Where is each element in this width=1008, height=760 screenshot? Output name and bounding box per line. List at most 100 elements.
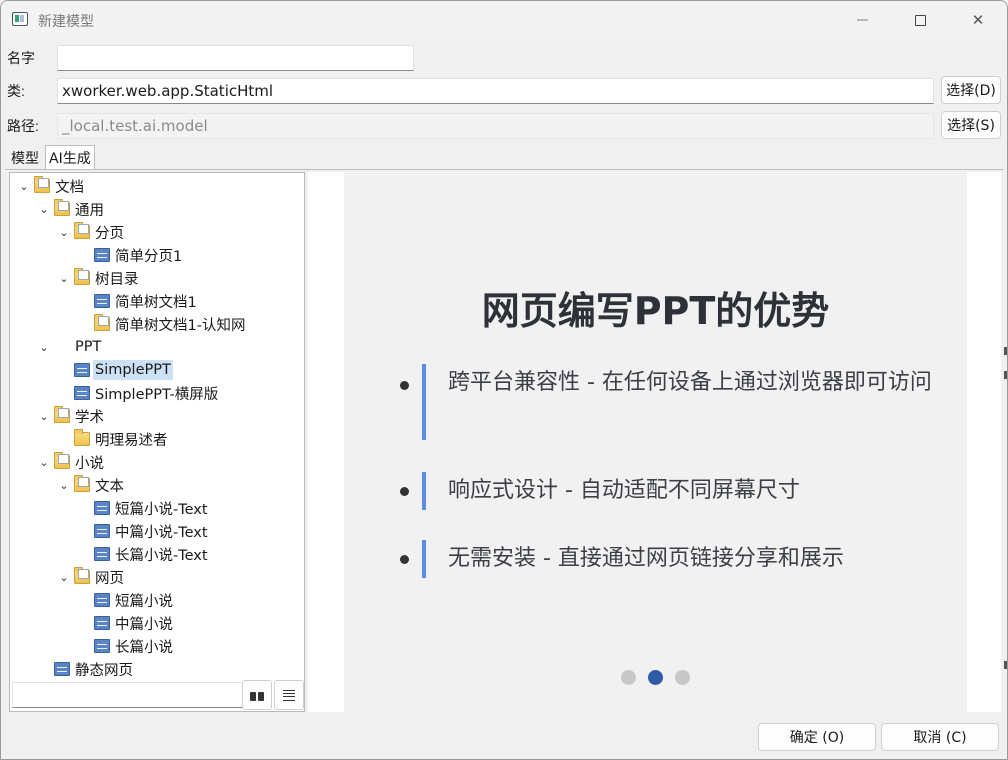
tree-node-label: 长篇小说 [115,639,173,656]
tree-node-label: 小说 [75,455,104,472]
tree-node[interactable]: ⌄ 通用 [10,198,304,220]
tree-node[interactable]: 静态网页 [10,658,304,678]
html-file-icon [74,386,90,400]
bullet-dot-icon [400,487,409,496]
html-file-icon [94,501,110,515]
html-file-icon [54,662,70,676]
chevron-down-icon[interactable]: ⌄ [58,566,70,588]
folder-icon [94,314,110,331]
chevron-down-icon[interactable]: ⌄ [58,221,70,243]
tree-node[interactable]: 短篇小说 [10,589,304,611]
path-input[interactable]: _local.test.ai.model [57,113,934,139]
template-tree-panel: ⌄ 文档 ⌄ 通用 ⌄ 分页 简单分页1 ⌄ 树目录 简单树文档1 简单树文档1-认知网 ⌄ PPT Si… [9,172,305,712]
tab-model[interactable]: 模型 [8,147,42,169]
tree-node[interactable]: 长篇小说-Text [10,543,304,565]
tree-node-label: SimplePPT [93,360,173,380]
tree-node-label: 网页 [95,570,124,587]
template-tree[interactable]: ⌄ 文档 ⌄ 通用 ⌄ 分页 简单分页1 ⌄ 树目录 简单树文档1 简单树文档1-认知网 ⌄ PPT Si… [10,173,304,678]
tree-node[interactable]: 明理易述者 [10,428,304,450]
bullet-accent-bar [422,364,426,440]
chevron-down-icon[interactable]: ⌄ [38,405,50,427]
chevron-down-icon[interactable]: ⌄ [38,336,50,358]
tree-node-label: 文档 [55,179,84,196]
tree-node[interactable]: ⌄ 文档 [10,175,304,197]
preview-panel: 网页编写PPT的优势 跨平台兼容性 - 在任何设备上通过浏览器即可访问 响应式设… [308,172,1001,712]
list-icon [283,689,295,701]
tree-node[interactable]: 长篇小说 [10,635,304,657]
tab-ai-generate[interactable]: AI生成 [45,145,95,170]
slide-title: 网页编写PPT的优势 [481,289,830,333]
tree-node[interactable]: 中篇小说 [10,612,304,634]
bullet-text: 无需安装 - 直接通过网页链接分享和展示 [448,546,844,571]
tree-node-label: 中篇小说 [115,616,173,633]
tree-node-label: 树目录 [95,271,139,288]
class-input[interactable]: xworker.web.app.StaticHtml [57,78,934,104]
tree-node[interactable]: 简单树文档1-认知网 [10,313,304,335]
tree-node[interactable]: ⌄ 树目录 [10,267,304,289]
folder-icon [54,452,70,469]
bullet-text: 响应式设计 - 自动适配不同屏幕尺寸 [448,478,800,503]
tree-node[interactable]: ⌄ 网页 [10,566,304,588]
tree-node[interactable]: ⌄ 分页 [10,221,304,243]
minimize-button[interactable] [833,1,891,39]
tree-search-input[interactable] [12,682,244,708]
tree-node[interactable]: ⌄ 文本 [10,474,304,496]
ok-button[interactable]: 确定 (O) [758,723,876,751]
tree-node-label: 明理易述者 [95,432,168,449]
close-button[interactable]: ✕ [949,1,1007,39]
tree-node[interactable]: 简单树文档1 [10,290,304,312]
name-label: 名字 [7,50,35,66]
path-select-button[interactable]: 选择(S) [941,111,1001,139]
tree-node[interactable]: 中篇小说-Text [10,520,304,542]
tree-node-label: 简单树文档1 [115,294,197,311]
tree-node-label: 中篇小说-Text [115,524,208,541]
tree-node-label: 短篇小说 [115,593,173,610]
bullet-dot-icon [400,555,409,564]
tree-node-label: 文本 [95,478,124,495]
chevron-down-icon[interactable]: ⌄ [58,474,70,496]
class-select-button[interactable]: 选择(D) [941,76,1001,104]
html-file-icon [74,363,90,377]
tree-node[interactable]: ⌄ PPT [10,336,304,358]
pagination-dot[interactable] [648,670,663,685]
slide-bullet: 无需安装 - 直接通过网页链接分享和展示 [400,540,940,578]
tree-node-label: 分页 [95,225,124,242]
pagination-dot[interactable] [675,670,690,685]
folder-icon [54,199,70,216]
tree-find-button[interactable] [242,680,272,710]
html-file-icon [94,639,110,653]
name-input[interactable] [57,45,414,71]
pagination-dot[interactable] [621,670,636,685]
class-label: 类: [7,83,25,99]
folder-icon [34,176,50,193]
folder-icon [74,567,90,584]
chevron-down-icon[interactable]: ⌄ [38,451,50,473]
slide-bullet: 跨平台兼容性 - 在任何设备上通过浏览器即可访问 [400,364,940,440]
tree-list-button[interactable] [274,680,304,710]
html-file-icon [94,616,110,630]
folder-icon [74,268,90,285]
cancel-button[interactable]: 取消 (C) [881,723,999,751]
slide-bullet: 响应式设计 - 自动适配不同屏幕尺寸 [400,472,940,510]
window-title: 新建模型 [38,14,94,30]
tree-node-label: 短篇小说-Text [115,501,208,518]
tree-node[interactable]: SimplePPT [10,359,304,381]
tree-node[interactable]: 短篇小说-Text [10,497,304,519]
tree-node[interactable]: ⌄ 学术 [10,405,304,427]
path-label: 路径: [7,118,39,134]
tree-node-label: 学术 [75,409,104,426]
tree-node[interactable]: SimplePPT-横屏版 [10,382,304,404]
title-bar[interactable]: 新建模型 ✕ [1,1,1007,39]
html-file-icon [94,248,110,262]
minimize-icon [856,19,868,21]
maximize-button[interactable] [891,1,949,39]
chevron-down-icon[interactable]: ⌄ [38,198,50,220]
tree-node[interactable]: ⌄ 小说 [10,451,304,473]
tree-node[interactable]: 简单分页1 [10,244,304,266]
chevron-down-icon[interactable]: ⌄ [58,267,70,289]
html-file-icon [94,294,110,308]
tree-node-label: 简单分页1 [115,248,183,265]
chevron-down-icon[interactable]: ⌄ [18,175,30,197]
dialog-window: 新建模型 ✕ 名字 类: xworker.web.app.StaticHtml … [0,0,1008,760]
tree-node-label: 静态网页 [75,662,133,679]
